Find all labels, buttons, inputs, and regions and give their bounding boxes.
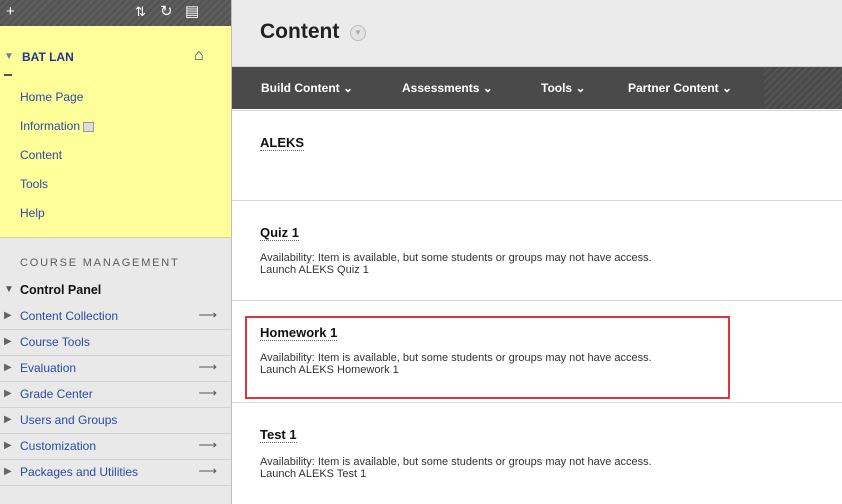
course-link-label[interactable]: Home Page — [20, 90, 83, 104]
control-panel-item-content-collection[interactable]: ▶ Content Collection ⟶ — [0, 304, 231, 330]
control-panel-header[interactable]: ▼ Control Panel — [0, 280, 231, 300]
control-panel-item-label[interactable]: Content Collection — [20, 309, 118, 323]
content-item-title[interactable]: Test 1 — [260, 427, 297, 443]
course-sidebar: + ⇅ ↻ ▤ ▼ BAT LAN ⌂ Home Page Informatio… — [0, 0, 232, 504]
availability-text: Availability: Item is available, but som… — [260, 456, 652, 468]
control-panel-title[interactable]: Control Panel — [20, 283, 101, 297]
course-link-label[interactable]: Help — [20, 206, 45, 220]
control-panel-item-label[interactable]: Customization — [20, 439, 96, 453]
course-link-help[interactable]: Help — [20, 204, 94, 233]
control-panel-item-customization[interactable]: ▶ Customization ⟶ — [0, 434, 231, 460]
course-link-tools[interactable]: Tools — [20, 175, 94, 204]
control-panel-item-grade-center[interactable]: ▶ Grade Center ⟶ — [0, 382, 231, 408]
tools-menu[interactable]: Tools ⌄ — [541, 81, 586, 95]
course-link-home-page[interactable]: Home Page — [20, 88, 94, 117]
content-item-quiz-1: Quiz 1 Availability: Item is available, … — [232, 200, 842, 301]
action-bar: Build Content ⌄ Assessments ⌄ Tools ⌄ Pa… — [232, 67, 842, 109]
control-panel-item-label[interactable]: Evaluation — [20, 361, 76, 375]
course-link-label[interactable]: Tools — [20, 177, 48, 191]
course-management-label: COURSE MANAGEMENT — [20, 257, 180, 269]
course-link-label[interactable]: Content — [20, 148, 62, 162]
partner-content-menu[interactable]: Partner Content ⌄ — [628, 81, 732, 95]
arrow-right-icon[interactable]: ⟶ — [198, 437, 217, 453]
triangle-right-icon[interactable]: ▶ — [4, 466, 12, 477]
folder-view-icon[interactable]: ▤ — [185, 3, 199, 21]
triangle-down-icon[interactable]: ▼ — [4, 284, 14, 295]
triangle-right-icon[interactable]: ▶ — [4, 440, 12, 451]
highlight-box — [245, 316, 730, 399]
control-panel-item-evaluation[interactable]: ▶ Evaluation ⟶ — [0, 356, 231, 382]
availability-text: Availability: Item is available, but som… — [260, 252, 652, 264]
launch-text: Launch ALEKS Test 1 — [260, 468, 367, 480]
content-area-icon — [83, 121, 95, 132]
content-item-aleks: ALEKS — [232, 110, 842, 201]
control-panel-list: ▶ Content Collection ⟶ ▶ Course Tools ▶ Eval… — [0, 304, 231, 486]
arrow-right-icon[interactable]: ⟶ — [198, 307, 217, 323]
arrow-right-icon[interactable]: ⟶ — [198, 385, 217, 401]
control-panel-item-course-tools[interactable]: ▶ Course Tools — [0, 330, 231, 356]
course-menu: ▼ BAT LAN ⌂ Home Page Information Conten… — [0, 26, 231, 238]
triangle-right-icon[interactable]: ▶ — [4, 336, 12, 347]
control-panel-item-packages-and-utilities[interactable]: ▶ Packages and Utilities ⟶ — [0, 460, 231, 486]
page-title: Content — [260, 20, 340, 43]
triangle-down-icon[interactable]: ▼ — [4, 51, 14, 62]
content-item-title[interactable]: Quiz 1 — [260, 225, 300, 241]
control-panel-item-label[interactable]: Grade Center — [20, 387, 93, 401]
refresh-icon[interactable]: ↻ — [160, 3, 173, 21]
control-panel-item-users-and-groups[interactable]: ▶ Users and Groups — [0, 408, 231, 434]
triangle-right-icon[interactable]: ▶ — [4, 362, 12, 373]
triangle-right-icon[interactable]: ▶ — [4, 388, 12, 399]
arrow-right-icon[interactable]: ⟶ — [198, 359, 217, 375]
home-icon[interactable]: ⌂ — [194, 47, 204, 65]
course-link-information[interactable]: Information — [20, 117, 95, 146]
page-header: Content ▼ — [232, 0, 842, 67]
content-item-test-1: Test 1 Availability: Item is available, … — [232, 402, 842, 504]
arrow-right-icon[interactable]: ⟶ — [198, 463, 217, 479]
build-content-menu[interactable]: Build Content ⌄ — [261, 81, 353, 95]
main-content: Content ▼ Build Content ⌄ Assessments ⌄ … — [232, 0, 842, 504]
add-menu-item-icon[interactable]: + — [6, 3, 15, 21]
control-panel-item-label[interactable]: Packages and Utilities — [20, 465, 138, 479]
chevron-down-icon[interactable]: ▼ — [350, 25, 366, 41]
action-bar-texture — [764, 67, 842, 109]
sidebar-toolbar: + ⇅ ↻ ▤ — [0, 0, 231, 26]
content-item-title[interactable]: ALEKS — [260, 135, 305, 151]
course-menu-links: Home Page Information Content Tools Help — [20, 88, 95, 233]
control-panel-item-label[interactable]: Users and Groups — [20, 413, 117, 427]
collapse-icon[interactable] — [4, 74, 12, 76]
launch-text: Launch ALEKS Quiz 1 — [260, 264, 369, 276]
course-link-label[interactable]: Information — [20, 119, 80, 133]
assessments-menu[interactable]: Assessments ⌄ — [402, 81, 493, 95]
sort-icon[interactable]: ⇅ — [135, 3, 146, 21]
triangle-right-icon[interactable]: ▶ — [4, 414, 12, 425]
control-panel-item-label[interactable]: Course Tools — [20, 335, 90, 349]
triangle-right-icon[interactable]: ▶ — [4, 310, 12, 321]
course-menu-header[interactable]: ▼ BAT LAN ⌂ — [0, 47, 231, 68]
course-link-content[interactable]: Content — [20, 146, 94, 175]
course-title[interactable]: BAT LAN — [22, 50, 74, 64]
